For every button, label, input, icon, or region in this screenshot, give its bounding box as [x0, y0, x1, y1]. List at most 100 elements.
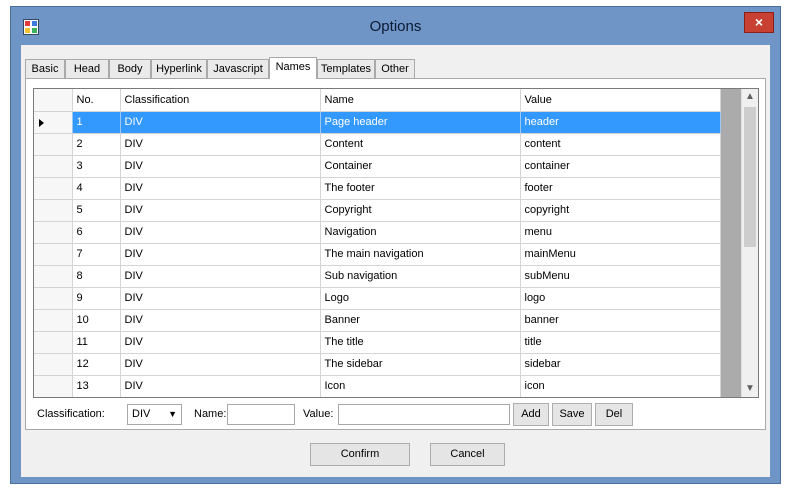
column-header-no[interactable]: No.: [72, 89, 121, 112]
cell-name[interactable]: Page header: [320, 111, 521, 134]
cell-value[interactable]: subMenu: [520, 265, 721, 288]
column-header-name[interactable]: Name: [320, 89, 521, 112]
name-input[interactable]: [227, 404, 295, 425]
cell-name[interactable]: The footer: [320, 177, 521, 200]
cell-no[interactable]: 9: [72, 287, 121, 310]
table-row[interactable]: 4 DIV The footer footer: [34, 177, 721, 200]
tab-other[interactable]: Other: [375, 59, 415, 78]
cell-no[interactable]: 2: [72, 133, 121, 156]
row-header[interactable]: [34, 243, 73, 266]
close-button[interactable]: ×: [744, 12, 774, 33]
table-row[interactable]: 5 DIV Copyright copyright: [34, 199, 721, 222]
table-row[interactable]: 10 DIV Banner banner: [34, 309, 721, 332]
cell-no[interactable]: 11: [72, 331, 121, 354]
cell-classification[interactable]: DIV: [120, 353, 321, 376]
row-header[interactable]: [34, 177, 73, 200]
names-grid[interactable]: No. Classification Name Value 1 DIV Page h…: [33, 88, 759, 398]
cell-classification[interactable]: DIV: [120, 177, 321, 200]
cell-name[interactable]: Icon: [320, 375, 521, 397]
cell-name[interactable]: Navigation: [320, 221, 521, 244]
scroll-up-icon[interactable]: ▲: [742, 89, 758, 105]
column-header-classification[interactable]: Classification: [120, 89, 321, 112]
cell-value[interactable]: footer: [520, 177, 721, 200]
cell-no[interactable]: 4: [72, 177, 121, 200]
cell-value[interactable]: copyright: [520, 199, 721, 222]
cell-classification[interactable]: DIV: [120, 375, 321, 397]
row-header[interactable]: [34, 199, 73, 222]
row-header[interactable]: [34, 265, 73, 288]
tab-javascript[interactable]: Javascript: [207, 59, 269, 78]
tab-hyperlink[interactable]: Hyperlink: [151, 59, 207, 78]
cell-classification[interactable]: DIV: [120, 243, 321, 266]
column-header-value[interactable]: Value: [520, 89, 721, 112]
cell-classification[interactable]: DIV: [120, 287, 321, 310]
table-row[interactable]: 2 DIV Content content: [34, 133, 721, 156]
cell-value[interactable]: mainMenu: [520, 243, 721, 266]
cell-name[interactable]: Container: [320, 155, 521, 178]
cell-no[interactable]: 1: [72, 111, 121, 134]
cell-name[interactable]: Banner: [320, 309, 521, 332]
classification-select[interactable]: DIV ▼: [127, 404, 182, 425]
table-row[interactable]: 11 DIV The title title: [34, 331, 721, 354]
cell-classification[interactable]: DIV: [120, 155, 321, 178]
table-row[interactable]: 3 DIV Container container: [34, 155, 721, 178]
cell-classification[interactable]: DIV: [120, 221, 321, 244]
scroll-down-icon[interactable]: ▼: [742, 381, 758, 397]
cell-no[interactable]: 3: [72, 155, 121, 178]
cell-name[interactable]: The main navigation: [320, 243, 521, 266]
cancel-button[interactable]: Cancel: [430, 443, 505, 466]
cell-name[interactable]: Content: [320, 133, 521, 156]
cell-value[interactable]: banner: [520, 309, 721, 332]
cell-no[interactable]: 12: [72, 353, 121, 376]
cell-no[interactable]: 8: [72, 265, 121, 288]
row-header[interactable]: [34, 133, 73, 156]
cell-value[interactable]: title: [520, 331, 721, 354]
row-header[interactable]: [34, 353, 73, 376]
cell-classification[interactable]: DIV: [120, 309, 321, 332]
row-header[interactable]: [34, 221, 73, 244]
table-row[interactable]: 12 DIV The sidebar sidebar: [34, 353, 721, 376]
cell-name[interactable]: Logo: [320, 287, 521, 310]
table-row[interactable]: 6 DIV Navigation menu: [34, 221, 721, 244]
table-row[interactable]: 7 DIV The main navigation mainMenu: [34, 243, 721, 266]
confirm-button[interactable]: Confirm: [310, 443, 410, 466]
cell-value[interactable]: header: [520, 111, 721, 134]
add-button[interactable]: Add: [513, 403, 549, 426]
value-input[interactable]: [338, 404, 510, 425]
cell-value[interactable]: icon: [520, 375, 721, 397]
cell-classification[interactable]: DIV: [120, 331, 321, 354]
cell-name[interactable]: The sidebar: [320, 353, 521, 376]
cell-classification[interactable]: DIV: [120, 133, 321, 156]
row-header[interactable]: [34, 287, 73, 310]
cell-no[interactable]: 5: [72, 199, 121, 222]
cell-value[interactable]: content: [520, 133, 721, 156]
cell-value[interactable]: menu: [520, 221, 721, 244]
tab-body[interactable]: Body: [109, 59, 151, 78]
table-row[interactable]: 13 DIV Icon icon: [34, 375, 721, 397]
scroll-thumb[interactable]: [744, 107, 756, 247]
tab-names[interactable]: Names: [269, 57, 317, 79]
tab-templates[interactable]: Templates: [317, 59, 375, 78]
grid-vertical-scrollbar[interactable]: ▲ ▼: [741, 89, 758, 397]
cell-classification[interactable]: DIV: [120, 111, 321, 134]
cell-classification[interactable]: DIV: [120, 199, 321, 222]
del-button[interactable]: Del: [595, 403, 633, 426]
cell-no[interactable]: 6: [72, 221, 121, 244]
tab-basic[interactable]: Basic: [25, 59, 65, 78]
table-row[interactable]: 9 DIV Logo logo: [34, 287, 721, 310]
cell-no[interactable]: 13: [72, 375, 121, 397]
row-header[interactable]: [34, 375, 73, 397]
row-header[interactable]: [34, 309, 73, 332]
cell-no[interactable]: 7: [72, 243, 121, 266]
title-bar[interactable]: Options ×: [11, 7, 780, 45]
cell-name[interactable]: The title: [320, 331, 521, 354]
cell-value[interactable]: logo: [520, 287, 721, 310]
cell-no[interactable]: 10: [72, 309, 121, 332]
table-row[interactable]: 1 DIV Page header header: [34, 111, 721, 134]
cell-value[interactable]: container: [520, 155, 721, 178]
cell-classification[interactable]: DIV: [120, 265, 321, 288]
row-header[interactable]: [34, 331, 73, 354]
row-header[interactable]: [34, 111, 73, 134]
cell-name[interactable]: Copyright: [320, 199, 521, 222]
cell-name[interactable]: Sub navigation: [320, 265, 521, 288]
